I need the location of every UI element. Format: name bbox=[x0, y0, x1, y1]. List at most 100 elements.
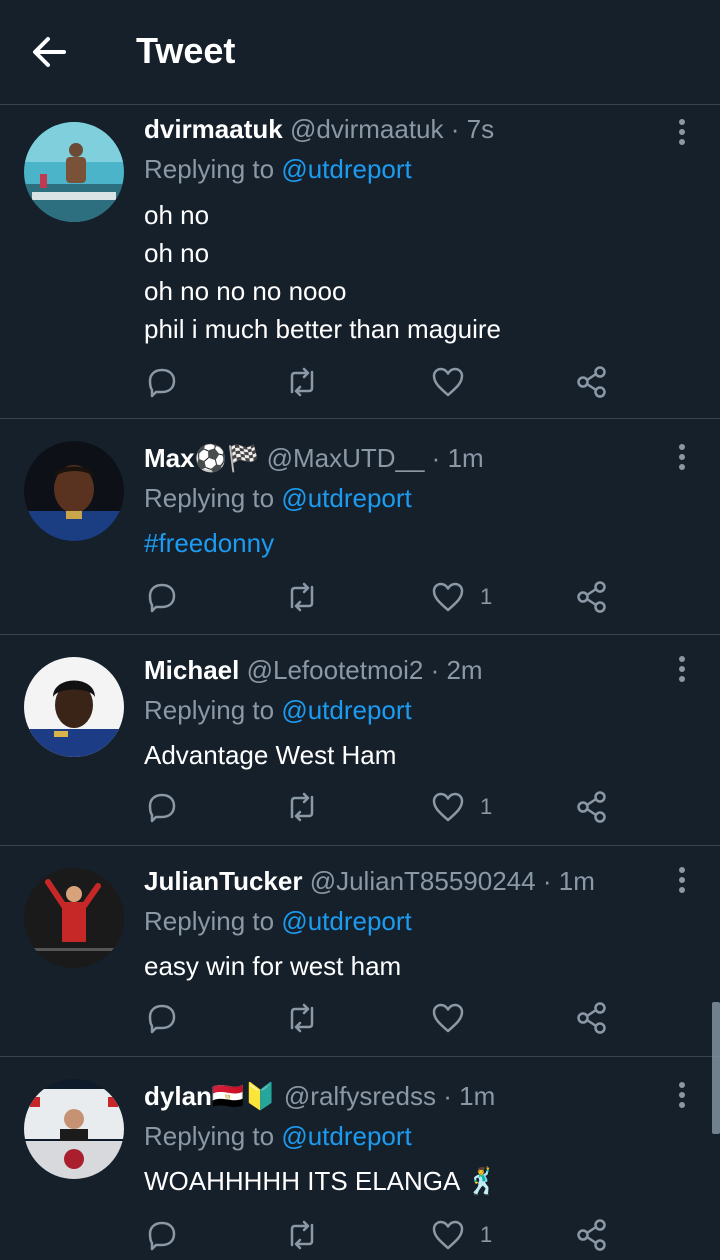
avatar[interactable] bbox=[24, 441, 124, 541]
reply-icon bbox=[148, 368, 176, 398]
reply-button[interactable] bbox=[144, 1215, 180, 1255]
more-options-button[interactable] bbox=[670, 862, 694, 898]
user-handle[interactable]: @MaxUTD__ bbox=[267, 443, 425, 473]
timestamp[interactable]: 2m bbox=[446, 655, 482, 685]
scrollbar[interactable] bbox=[712, 1002, 720, 1134]
hashtag-link[interactable]: #freedonny bbox=[144, 524, 274, 562]
reply-button[interactable] bbox=[144, 998, 180, 1038]
user-handle[interactable]: @JulianT85590244 bbox=[310, 866, 536, 896]
replying-to-link[interactable]: @utdreport bbox=[281, 695, 411, 725]
more-options-button[interactable] bbox=[670, 114, 694, 150]
tweet-header: dvirmaatuk @dvirmaatuk · 7s bbox=[144, 114, 494, 144]
replying-to: Replying to @utdreport bbox=[144, 906, 412, 936]
timestamp[interactable]: 1m bbox=[559, 866, 595, 896]
tweet-reply[interactable]: Michael @Lefootetmoi2 · 2m Replying to @… bbox=[0, 635, 720, 846]
heart-icon bbox=[432, 367, 464, 397]
share-button[interactable] bbox=[574, 998, 610, 1038]
tweet-line: Advantage West Ham bbox=[144, 740, 397, 770]
more-options-button[interactable] bbox=[670, 439, 694, 475]
share-button[interactable] bbox=[574, 787, 610, 827]
tweet-text: WOAHHHHH ITS ELANGA 🕺 bbox=[144, 1162, 499, 1200]
like-button[interactable]: 1 bbox=[430, 1215, 492, 1255]
avatar[interactable] bbox=[24, 1079, 124, 1179]
tweet-header: dylan🇪🇬🔰 @ralfysredss · 1m bbox=[144, 1081, 495, 1111]
share-button[interactable] bbox=[574, 577, 610, 617]
like-button[interactable]: 1 bbox=[430, 787, 492, 827]
retweet-icon bbox=[290, 367, 314, 397]
user-handle[interactable]: @Lefootetmoi2 bbox=[247, 655, 424, 685]
reply-button[interactable] bbox=[144, 787, 180, 827]
replying-to: Replying to @utdreport bbox=[144, 695, 412, 725]
tweet-actions: 1 bbox=[144, 577, 614, 617]
reply-button[interactable] bbox=[144, 362, 180, 402]
retweet-button[interactable] bbox=[284, 577, 320, 617]
like-button[interactable] bbox=[430, 998, 480, 1038]
separator: · bbox=[443, 1081, 452, 1111]
like-count: 1 bbox=[480, 794, 493, 819]
tweet-line: oh no bbox=[144, 238, 210, 268]
tweet-line: phil i much better than maguire bbox=[144, 314, 501, 344]
more-vertical-icon bbox=[679, 656, 685, 682]
retweet-button[interactable] bbox=[284, 787, 320, 827]
reply-button[interactable] bbox=[144, 577, 180, 617]
replying-label: Replying to bbox=[144, 154, 282, 184]
tweet-actions: 1 bbox=[144, 1215, 614, 1255]
tweet-actions bbox=[144, 998, 614, 1038]
timestamp[interactable]: 1m bbox=[459, 1081, 495, 1111]
tweet-line: easy win for west ham bbox=[144, 951, 402, 981]
timestamp[interactable]: 7s bbox=[467, 114, 494, 144]
display-name[interactable]: Max⚽🏁 bbox=[144, 443, 259, 473]
replying-to-link[interactable]: @utdreport bbox=[281, 906, 411, 936]
reply-icon bbox=[148, 1004, 176, 1034]
replying-label: Replying to bbox=[144, 483, 282, 513]
replying-to-link[interactable]: @utdreport bbox=[281, 483, 411, 513]
replying-label: Replying to bbox=[144, 695, 282, 725]
tweet-reply[interactable]: dylan🇪🇬🔰 @ralfysredss · 1m Replying to @… bbox=[0, 1057, 720, 1260]
like-count: 1 bbox=[480, 1222, 493, 1247]
tweet-header: Michael @Lefootetmoi2 · 2m bbox=[144, 655, 483, 685]
reply-icon bbox=[148, 793, 176, 823]
heart-icon bbox=[432, 792, 464, 822]
tweet-text: #freedonny bbox=[144, 524, 274, 562]
replying-to-link[interactable]: @utdreport bbox=[281, 154, 411, 184]
replying-label: Replying to bbox=[144, 1121, 282, 1151]
retweet-icon bbox=[290, 792, 314, 822]
reply-icon bbox=[148, 583, 176, 613]
display-name[interactable]: JulianTucker bbox=[144, 866, 302, 896]
share-icon bbox=[577, 1219, 606, 1251]
more-options-button[interactable] bbox=[670, 1077, 694, 1113]
tweet-actions bbox=[144, 362, 614, 402]
tweet-reply[interactable]: JulianTucker @JulianT85590244 · 1m Reply… bbox=[0, 846, 720, 1057]
like-button[interactable]: 1 bbox=[430, 577, 492, 617]
timestamp[interactable]: 1m bbox=[448, 443, 484, 473]
tweet-reply[interactable]: Max⚽🏁 @MaxUTD__ · 1m Replying to @utdrep… bbox=[0, 419, 720, 635]
like-count: 1 bbox=[480, 584, 493, 609]
separator: · bbox=[450, 114, 460, 144]
retweet-button[interactable] bbox=[284, 998, 320, 1038]
share-icon bbox=[577, 581, 606, 613]
avatar[interactable] bbox=[24, 868, 124, 968]
retweet-button[interactable] bbox=[284, 1215, 320, 1255]
reply-icon bbox=[148, 1221, 176, 1251]
separator: · bbox=[542, 866, 552, 896]
display-name[interactable]: dvirmaatuk bbox=[144, 114, 283, 144]
tweet-line: WOAHHHHH ITS ELANGA 🕺 bbox=[144, 1166, 499, 1196]
retweet-button[interactable] bbox=[284, 362, 320, 402]
replying-to-link[interactable]: @utdreport bbox=[281, 1121, 411, 1151]
separator: · bbox=[430, 655, 440, 685]
avatar[interactable] bbox=[24, 657, 124, 757]
retweet-icon bbox=[290, 1220, 314, 1250]
user-handle[interactable]: @dvirmaatuk bbox=[290, 114, 444, 144]
back-button[interactable] bbox=[28, 32, 76, 76]
user-handle[interactable]: @ralfysredss bbox=[284, 1081, 436, 1111]
tweet-reply[interactable]: dvirmaatuk @dvirmaatuk · 7s Replying to … bbox=[0, 106, 720, 419]
avatar[interactable] bbox=[24, 122, 124, 222]
like-button[interactable] bbox=[430, 362, 480, 402]
retweet-icon bbox=[290, 582, 314, 612]
share-button[interactable] bbox=[574, 1215, 610, 1255]
display-name[interactable]: dylan🇪🇬🔰 bbox=[144, 1081, 277, 1111]
display-name[interactable]: Michael bbox=[144, 655, 239, 685]
share-button[interactable] bbox=[574, 362, 610, 402]
heart-icon bbox=[432, 582, 464, 612]
more-options-button[interactable] bbox=[670, 651, 694, 687]
